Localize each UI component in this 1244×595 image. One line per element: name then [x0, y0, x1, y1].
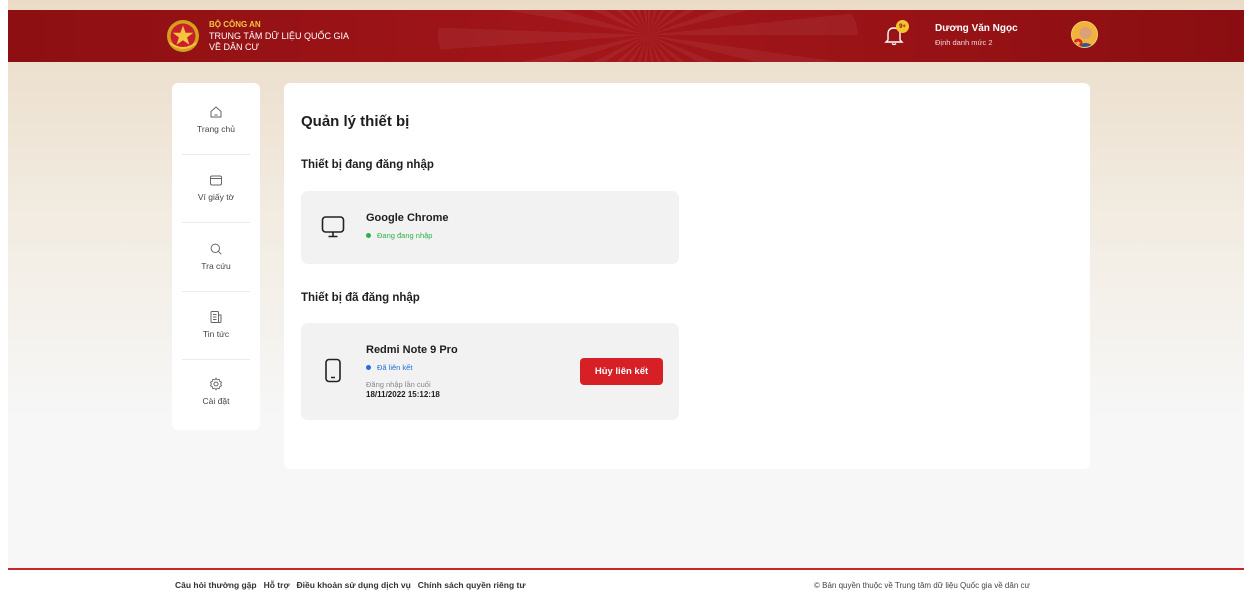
user-name: Dương Văn Ngọc: [935, 23, 1018, 34]
status-text: Đang đang nhập: [377, 231, 433, 240]
header-pattern: [438, 10, 858, 62]
avatar[interactable]: [1071, 21, 1098, 48]
sidebar-item-settings[interactable]: Cài đặt: [172, 377, 260, 437]
copyright: © Bản quyền thuộc về Trung tâm dữ liệu Q…: [814, 581, 1030, 590]
sidebar-divider: [182, 359, 250, 360]
sidebar-divider: [182, 154, 250, 155]
brand-center-line2: VỀ DÂN CƯ: [209, 42, 260, 52]
sidebar-item-home[interactable]: Trang chủ: [172, 105, 260, 165]
sidebar-item-label: Cài đặt: [202, 396, 230, 406]
monitor-icon: [321, 216, 345, 238]
wallet-icon: [210, 175, 222, 186]
current-device-card: Google Chrome Đang đang nhập: [301, 191, 679, 264]
home-icon: [210, 106, 222, 118]
brand-ministry: BỘ CÔNG AN: [209, 20, 261, 29]
current-devices-heading: Thiết bị đang đăng nhập: [301, 159, 434, 171]
notification-badge: 9+: [896, 20, 909, 33]
sidebar-item-lookup[interactable]: Tra cứu: [172, 242, 260, 302]
status-text: Đã liên kết: [377, 363, 413, 372]
phone-icon: [325, 358, 341, 383]
police-emblem-icon: [166, 19, 200, 53]
sidebar: Trang chủ Ví giấy tờ Tra cứu Tin tức Cài: [172, 83, 260, 430]
user-info[interactable]: Dương Văn Ngọc Định danh mức 2: [935, 23, 1018, 47]
device-name: Google Chrome: [366, 212, 449, 224]
notification-button[interactable]: 9+: [884, 20, 909, 48]
status-dot: [366, 365, 371, 370]
linked-devices-heading: Thiết bị đã đăng nhập: [301, 292, 420, 304]
last-login-time: 18/11/2022 15:12:18: [366, 390, 440, 399]
left-gutter: [0, 0, 8, 595]
device-management-panel: Quản lý thiết bị Thiết bị đang đăng nhập…: [284, 83, 1090, 469]
device-name: Redmi Note 9 Pro: [366, 344, 458, 356]
footer-link-privacy[interactable]: Chính sách quyền riêng tư: [418, 580, 526, 590]
avatar-image: [1072, 22, 1097, 47]
user-role: Định danh mức 2: [935, 38, 993, 47]
brand[interactable]: BỘ CÔNG AN TRUNG TÂM DỮ LIỆU QUỐC GIA VỀ…: [166, 17, 349, 55]
device-status: Đang đang nhập: [366, 231, 432, 240]
footer-links: Câu hỏi thường gặp Hỗ trợ Điều khoản sử …: [175, 580, 526, 590]
footer-link-faq[interactable]: Câu hỏi thường gặp: [175, 580, 257, 590]
settings-icon: [209, 377, 223, 391]
sidebar-item-wallet[interactable]: Ví giấy tờ: [172, 173, 260, 233]
sidebar-item-label: Tin tức: [202, 329, 230, 339]
last-login-label: Đăng nhập lần cuối: [366, 380, 431, 389]
page-title: Quản lý thiết bị: [301, 113, 410, 130]
status-dot: [366, 233, 371, 238]
sidebar-divider: [182, 222, 250, 223]
footer: Câu hỏi thường gặp Hỗ trợ Điều khoản sử …: [8, 568, 1244, 595]
news-icon: [210, 311, 222, 323]
search-icon: [210, 243, 222, 255]
sidebar-item-label: Tra cứu: [201, 261, 231, 271]
device-status: Đã liên kết: [366, 363, 412, 372]
sidebar-item-label: Trang chủ: [197, 124, 235, 134]
sidebar-item-news[interactable]: Tin tức: [172, 310, 260, 370]
footer-link-support[interactable]: Hỗ trợ: [264, 580, 290, 590]
linked-device-card: Redmi Note 9 Pro Đã liên kết Đăng nhập l…: [301, 323, 679, 420]
footer-link-terms[interactable]: Điều khoản sử dụng dịch vụ: [296, 580, 410, 590]
unlink-button[interactable]: Hủy liên kết: [580, 358, 663, 385]
sidebar-divider: [182, 291, 250, 292]
brand-center-line1: TRUNG TÂM DỮ LIỆU QUỐC GIA: [209, 31, 350, 41]
sidebar-item-label: Ví giấy tờ: [197, 192, 235, 202]
top-header: BỘ CÔNG AN TRUNG TÂM DỮ LIỆU QUỐC GIA VỀ…: [8, 10, 1244, 62]
